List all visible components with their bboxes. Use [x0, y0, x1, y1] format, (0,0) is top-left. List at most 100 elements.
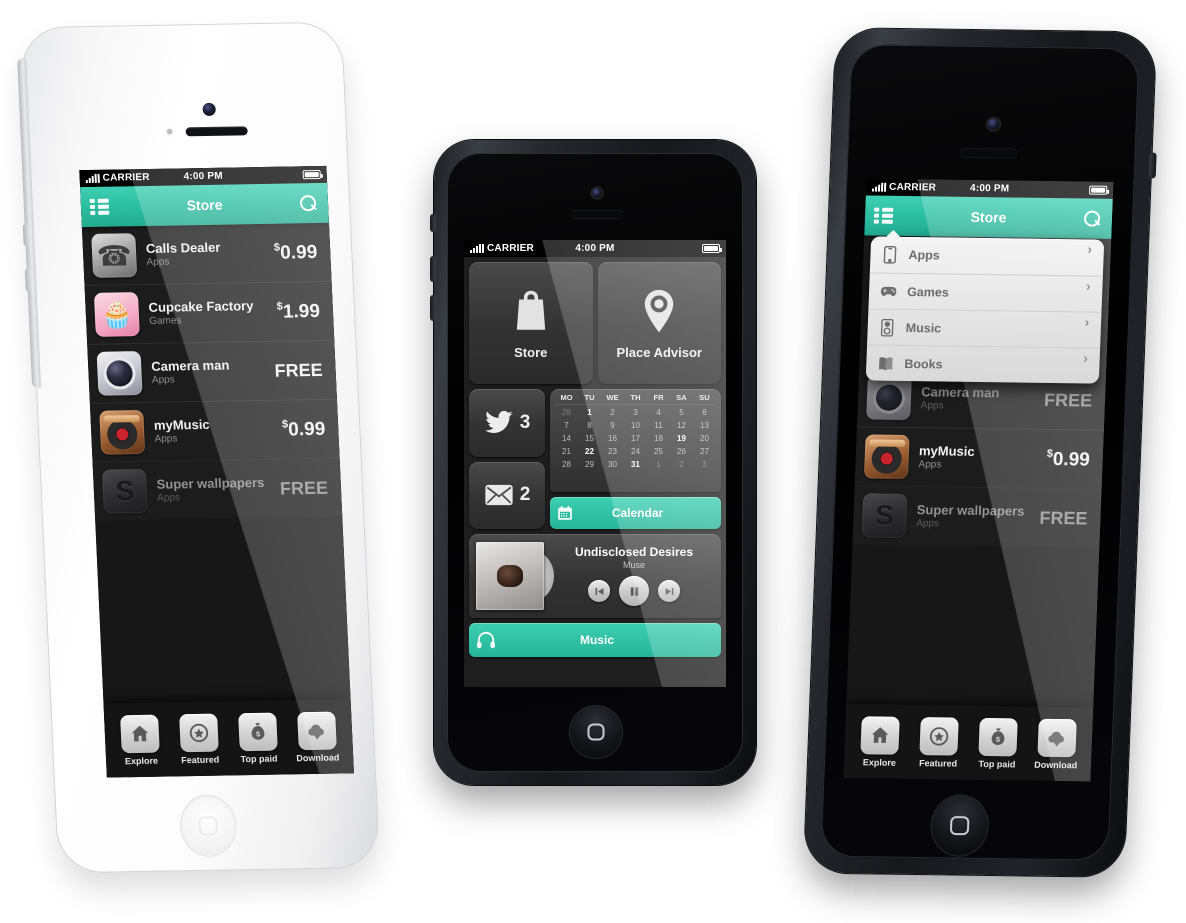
- calendar-day[interactable]: 3: [624, 407, 647, 419]
- tile-place-advisor[interactable]: Place Advisor: [597, 262, 721, 384]
- calendar-day[interactable]: 24: [624, 446, 647, 458]
- earpiece-speaker: [185, 126, 248, 137]
- table-row[interactable]: Super wallpapers Apps FREE: [92, 457, 343, 521]
- tab-featured[interactable]: Featured: [914, 716, 964, 769]
- music-player-widget: Undisclosed Desires Muse: [469, 534, 721, 618]
- app-price: FREE: [279, 477, 329, 499]
- skip-back-icon[interactable]: [588, 580, 610, 603]
- home-button[interactable]: [569, 705, 623, 759]
- table-row[interactable]: myMusic Apps $0.99: [854, 426, 1104, 489]
- tile-twitter[interactable]: 3: [469, 389, 545, 457]
- calendar-day[interactable]: 7: [555, 420, 578, 432]
- dropdown-item-games[interactable]: Games ›: [868, 272, 1103, 312]
- dropdown-item-books[interactable]: Books ›: [865, 344, 1101, 384]
- list-icon[interactable]: [873, 207, 895, 224]
- calendar-button[interactable]: Calendar: [550, 497, 721, 529]
- calendar-day[interactable]: 2: [601, 407, 624, 419]
- app-price: $0.99: [1046, 447, 1094, 471]
- tab-top-paid[interactable]: $ Top paid: [233, 712, 283, 764]
- table-row[interactable]: myMusic Apps $0.99: [89, 398, 340, 462]
- tab-explore[interactable]: Explore: [855, 715, 905, 768]
- power-button[interactable]: [1148, 152, 1157, 179]
- silent-switch[interactable]: [430, 214, 436, 232]
- calendar-day[interactable]: 5: [670, 407, 693, 419]
- table-row[interactable]: Super wallpapers Apps FREE: [852, 485, 1102, 548]
- dropdown-item-label: Music: [905, 320, 942, 335]
- tab-explore[interactable]: Explore: [115, 714, 165, 766]
- calendar-day[interactable]: 11: [647, 420, 670, 432]
- calendar-day[interactable]: 10: [624, 420, 647, 432]
- tab-download[interactable]: Download: [1032, 718, 1082, 770]
- calendar-day[interactable]: 20: [693, 433, 716, 445]
- calendar-day[interactable]: 4: [647, 407, 670, 419]
- tab-top-paid[interactable]: $ Top paid: [973, 717, 1023, 769]
- volume-down-button[interactable]: [24, 267, 34, 293]
- status-bar: CARRIER 4:00 PM: [464, 240, 726, 257]
- calendar-day[interactable]: 17: [624, 433, 647, 445]
- calendar-day[interactable]: 1: [647, 459, 670, 471]
- calendar-day[interactable]: 2: [670, 459, 693, 471]
- app-category: Apps: [918, 459, 942, 471]
- pause-icon[interactable]: [619, 576, 649, 607]
- calendar-day[interactable]: 27: [693, 446, 716, 458]
- calendar-day[interactable]: 23: [601, 446, 624, 458]
- chevron-right-icon: ›: [1087, 241, 1093, 257]
- chevron-right-icon: ›: [1083, 350, 1088, 366]
- clock-label: 4:00 PM: [183, 170, 224, 183]
- dashboard: Store Place Advisor 3 2 MO TU WE TH FR S…: [464, 257, 726, 687]
- table-row[interactable]: Cupcake Factory Games $1.99: [84, 280, 335, 344]
- calendar-day[interactable]: 9: [601, 420, 624, 432]
- dropdown-item-apps[interactable]: Apps ›: [870, 237, 1104, 276]
- camera-lens-icon: [866, 375, 912, 421]
- calendar-day[interactable]: 19: [670, 433, 693, 445]
- calendar-day[interactable]: 22: [578, 446, 601, 458]
- home-square-icon: [587, 723, 605, 741]
- calendar-weekday: MO: [560, 393, 573, 402]
- tile-label: Place Advisor: [616, 344, 702, 360]
- calendar-day[interactable]: 28: [555, 407, 578, 419]
- calendar-day[interactable]: 25: [647, 446, 670, 458]
- app-name: Super wallpapers: [916, 501, 1025, 519]
- list-icon[interactable]: [89, 198, 111, 215]
- calendar-weekday-header: MO TU WE TH FR SA SU: [555, 393, 716, 405]
- calendar-day[interactable]: 29: [578, 459, 601, 471]
- dropdown-item-music[interactable]: Music ›: [867, 308, 1102, 348]
- calendar-day[interactable]: 16: [601, 433, 624, 445]
- tile-mail[interactable]: 2: [469, 461, 545, 529]
- tab-download[interactable]: Download: [292, 711, 342, 763]
- volume-up-button[interactable]: [22, 223, 32, 248]
- calendar-day[interactable]: 18: [647, 433, 670, 445]
- calendar-day[interactable]: 26: [670, 446, 693, 458]
- tile-store[interactable]: Store: [469, 262, 593, 384]
- skip-forward-icon[interactable]: [658, 580, 680, 603]
- calendar-day[interactable]: 14: [555, 433, 578, 445]
- calendar-day[interactable]: 8: [578, 420, 601, 432]
- search-icon[interactable]: [300, 195, 318, 212]
- calendar-day[interactable]: 13: [693, 420, 716, 432]
- calendar-day[interactable]: 31: [624, 459, 647, 471]
- calendar-day[interactable]: 28: [555, 459, 578, 471]
- calendar-grid: 28 1 2 3 4 5 6 7 8 9 10 11 12 13 14 15 16 17 18 19 20 21 22 23 2…: [555, 407, 716, 471]
- calendar-day[interactable]: 15: [578, 433, 601, 445]
- calendar-day[interactable]: 30: [601, 459, 624, 471]
- table-row[interactable]: Calls Dealer Apps $0.99: [82, 223, 332, 285]
- signal-bars-icon: [470, 244, 484, 253]
- app-price: $1.99: [276, 299, 324, 323]
- music-button-label: Music: [579, 633, 614, 647]
- tab-featured[interactable]: Featured: [174, 713, 224, 765]
- calendar-day[interactable]: 3: [693, 459, 716, 471]
- music-button[interactable]: Music: [469, 623, 721, 657]
- table-row[interactable]: Camera man Apps FREE: [87, 339, 337, 403]
- volume-down-button[interactable]: [430, 295, 436, 321]
- search-icon[interactable]: [1084, 210, 1102, 227]
- carrier-label: CARRIER: [487, 243, 534, 254]
- calendar-widget[interactable]: MO TU WE TH FR SA SU 28 1 2 3 4 5 6 7 8 9 10 11 12 13 14 15 16…: [550, 389, 721, 492]
- tab-label: Download: [296, 751, 340, 763]
- money-bag-icon: $: [237, 712, 278, 751]
- calendar-day[interactable]: 12: [670, 420, 693, 432]
- calendar-day[interactable]: 1: [578, 407, 601, 419]
- calendar-day[interactable]: 6: [693, 407, 716, 419]
- volume-up-button[interactable]: [430, 256, 436, 282]
- carrier-label: CARRIER: [888, 181, 937, 194]
- calendar-day[interactable]: 21: [555, 446, 578, 458]
